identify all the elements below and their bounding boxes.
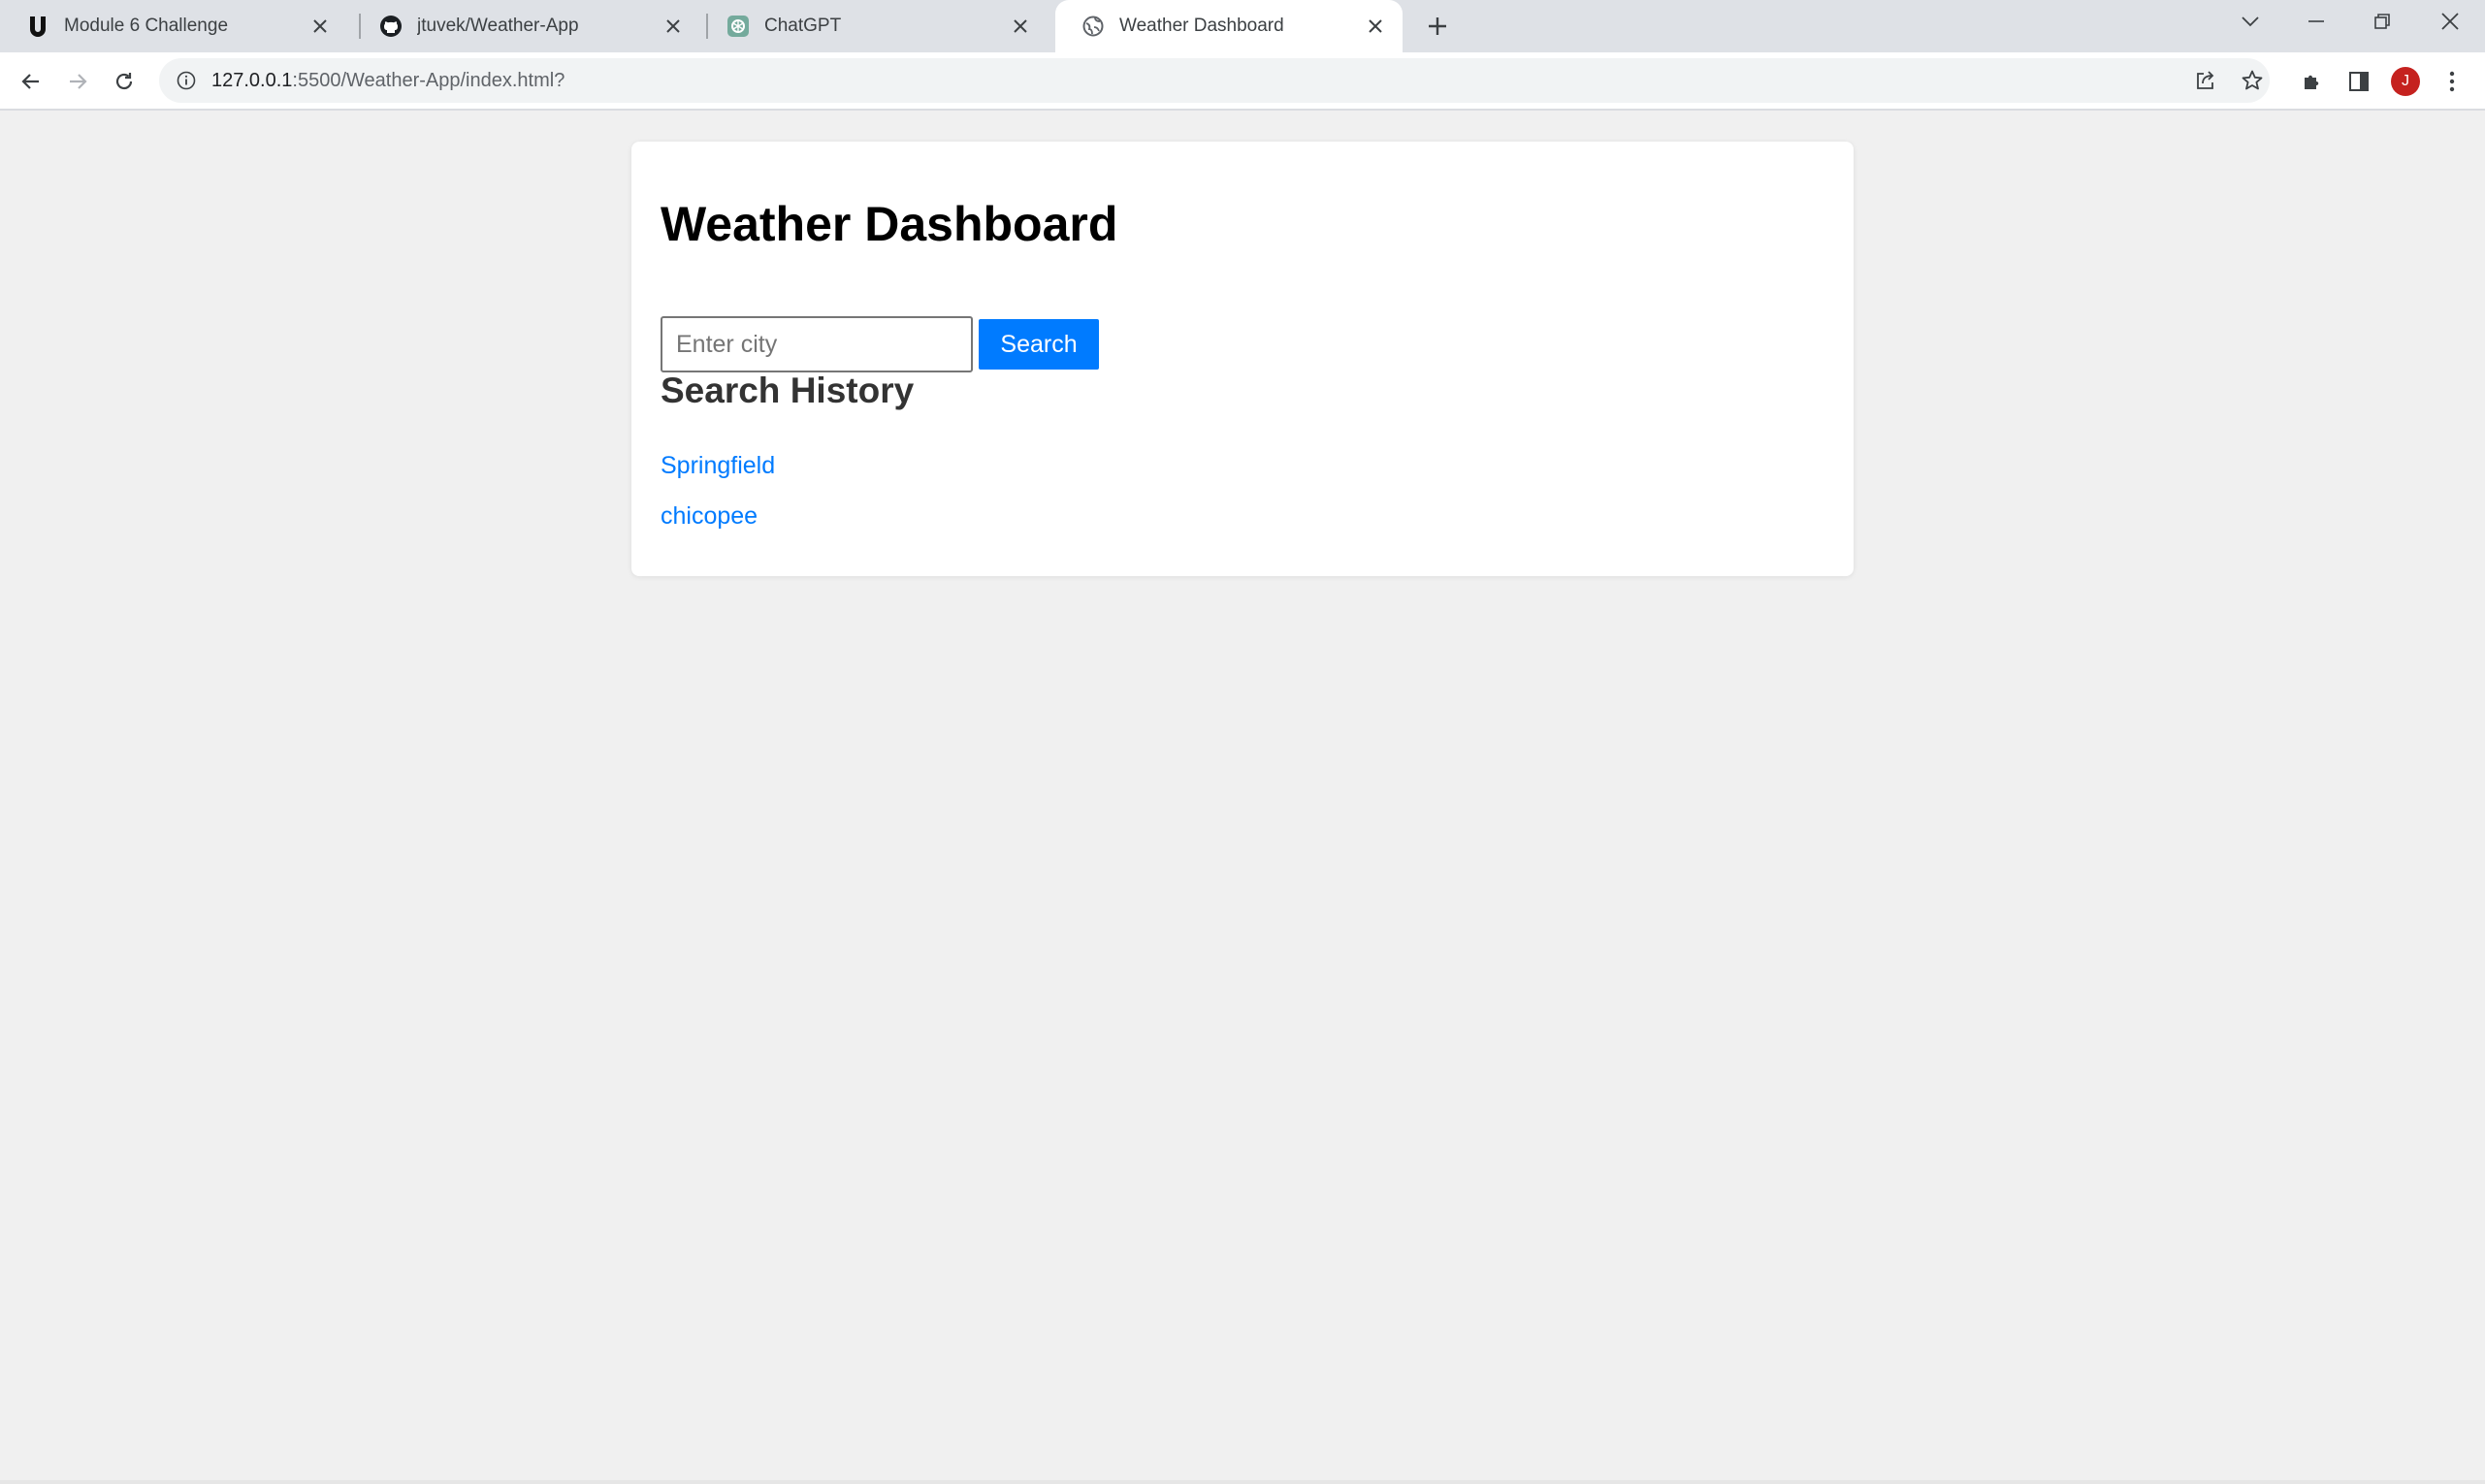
restore-button[interactable] [2353, 0, 2411, 43]
kebab-menu-icon [2449, 71, 2455, 92]
new-tab-button[interactable] [1422, 11, 1453, 42]
chevron-down-icon [2242, 16, 2259, 27]
page-viewport: Weather Dashboard Search Search History … [0, 111, 2485, 1484]
u-logo-icon [25, 14, 50, 39]
dashboard-card: Weather Dashboard Search Search History … [631, 142, 1854, 576]
close-icon[interactable] [1007, 13, 1034, 40]
browser-menu-button[interactable] [2435, 64, 2469, 99]
back-button[interactable] [14, 64, 48, 99]
list-item: Springfield [661, 440, 775, 491]
history-link-chicopee[interactable]: chicopee [661, 502, 758, 530]
page-title: Weather Dashboard [661, 197, 1118, 251]
share-icon[interactable] [2190, 65, 2221, 96]
address-bar[interactable]: 127.0.0.1:5500/Weather-App/index.html? [159, 58, 2270, 103]
browser-toolbar: 127.0.0.1:5500/Weather-App/index.html? [0, 52, 2485, 111]
url-host: 127.0.0.1 [211, 69, 293, 91]
profile-button[interactable]: J [2388, 64, 2423, 99]
city-search-input[interactable] [661, 316, 973, 372]
reload-button[interactable] [107, 64, 142, 99]
search-history-list: Springfield chicopee [661, 440, 775, 541]
close-icon [2441, 13, 2459, 30]
bookmark-star-icon[interactable] [2237, 65, 2268, 96]
browser-window: Module 6 Challenge jtuvek/Weather-App Ch… [0, 0, 2485, 1484]
tab-strip: Module 6 Challenge jtuvek/Weather-App Ch… [0, 0, 2485, 52]
extensions-button[interactable] [2295, 64, 2330, 99]
tab-chatgpt[interactable]: ChatGPT [700, 0, 1048, 52]
tab-search-button[interactable] [2221, 0, 2279, 43]
info-icon[interactable] [173, 67, 200, 94]
list-item: chicopee [661, 491, 775, 541]
forward-button[interactable] [60, 64, 95, 99]
tab-title: jtuvek/Weather-App [417, 16, 579, 36]
search-form: Search [661, 316, 1099, 372]
history-link-springfield[interactable]: Springfield [661, 452, 775, 479]
close-icon[interactable] [307, 13, 334, 40]
puzzle-icon [2305, 75, 2319, 89]
minimize-button[interactable] [2287, 0, 2345, 43]
search-button[interactable]: Search [979, 319, 1099, 370]
arrow-left-icon [21, 74, 39, 89]
avatar: J [2391, 67, 2420, 96]
tab-weather-app-repo[interactable]: jtuvek/Weather-App [353, 0, 700, 52]
tab-title: Module 6 Challenge [64, 16, 229, 36]
globe-icon [1081, 14, 1106, 39]
reload-icon [115, 73, 133, 90]
close-icon[interactable] [1362, 13, 1389, 40]
side-panel-icon [2349, 72, 2369, 91]
window-bottom-edge [0, 1480, 2485, 1484]
chatgpt-icon [726, 14, 751, 39]
minimize-icon [2308, 20, 2324, 22]
close-window-button[interactable] [2421, 0, 2479, 43]
github-icon [378, 14, 403, 39]
side-panel-button[interactable] [2341, 64, 2376, 99]
tab-title: ChatGPT [764, 16, 842, 36]
arrow-right-icon [70, 74, 87, 89]
plus-icon [1429, 17, 1446, 35]
tab-module-6-challenge[interactable]: Module 6 Challenge [0, 0, 347, 52]
url-path: :5500/Weather-App/index.html? [292, 69, 565, 91]
restore-icon [2374, 14, 2390, 29]
search-history-heading: Search History [661, 371, 915, 410]
close-icon[interactable] [660, 13, 687, 40]
tab-weather-dashboard[interactable]: Weather Dashboard [1055, 0, 1403, 52]
tab-title: Weather Dashboard [1119, 16, 1284, 36]
